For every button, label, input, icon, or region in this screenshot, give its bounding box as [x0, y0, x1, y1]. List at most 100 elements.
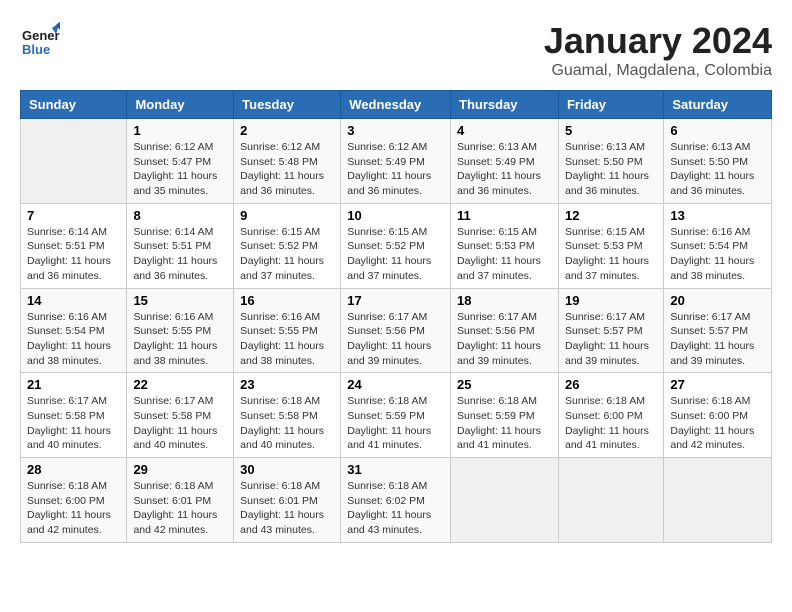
day-number: 6 [670, 123, 765, 138]
day-info: Sunrise: 6:18 AM Sunset: 6:00 PM Dayligh… [565, 394, 657, 453]
calendar-cell: 22 Sunrise: 6:17 AM Sunset: 5:58 PM Dayli… [127, 373, 234, 458]
week-row-4: 21 Sunrise: 6:17 AM Sunset: 5:58 PM Dayli… [21, 373, 772, 458]
calendar-cell: 19 Sunrise: 6:17 AM Sunset: 5:57 PM Dayli… [558, 288, 663, 373]
header-day-thursday: Thursday [451, 91, 559, 119]
calendar-cell [451, 458, 559, 543]
day-number: 21 [27, 377, 120, 392]
calendar-cell [558, 458, 663, 543]
calendar-cell: 20Sunrise: 6:17 AM Sunset: 5:57 PM Dayli… [664, 288, 772, 373]
day-number: 3 [347, 123, 444, 138]
day-info: Sunrise: 6:17 AM Sunset: 5:56 PM Dayligh… [347, 310, 444, 369]
header-row: SundayMondayTuesdayWednesdayThursdayFrid… [21, 91, 772, 119]
day-info: Sunrise: 6:18 AM Sunset: 6:01 PM Dayligh… [133, 479, 227, 538]
calendar-cell: 30Sunrise: 6:18 AM Sunset: 6:01 PM Dayli… [234, 458, 341, 543]
day-number: 4 [457, 123, 552, 138]
day-info: Sunrise: 6:17 AM Sunset: 5:57 PM Dayligh… [565, 310, 657, 369]
week-row-3: 14 Sunrise: 6:16 AM Sunset: 5:54 PM Dayli… [21, 288, 772, 373]
day-info: Sunrise: 6:18 AM Sunset: 6:02 PM Dayligh… [347, 479, 444, 538]
calendar-cell: 10Sunrise: 6:15 AM Sunset: 5:52 PM Dayli… [341, 203, 451, 288]
day-info: Sunrise: 6:13 AM Sunset: 5:50 PM Dayligh… [565, 140, 657, 199]
day-number: 22 [133, 377, 227, 392]
week-row-5: 28Sunrise: 6:18 AM Sunset: 6:00 PM Dayli… [21, 458, 772, 543]
day-info: Sunrise: 6:18 AM Sunset: 5:59 PM Dayligh… [347, 394, 444, 453]
day-info: Sunrise: 6:12 AM Sunset: 5:49 PM Dayligh… [347, 140, 444, 199]
day-info: Sunrise: 6:12 AM Sunset: 5:47 PM Dayligh… [133, 140, 227, 199]
title-block: January 2024 Guamal, Magdalena, Colombia [544, 20, 772, 80]
header-day-monday: Monday [127, 91, 234, 119]
day-info: Sunrise: 6:18 AM Sunset: 6:00 PM Dayligh… [27, 479, 120, 538]
day-number: 27 [670, 377, 765, 392]
calendar-cell: 3 Sunrise: 6:12 AM Sunset: 5:49 PM Daylig… [341, 119, 451, 204]
day-info: Sunrise: 6:17 AM Sunset: 5:56 PM Dayligh… [457, 310, 552, 369]
header-day-sunday: Sunday [21, 91, 127, 119]
day-number: 19 [565, 293, 657, 308]
day-number: 26 [565, 377, 657, 392]
day-number: 31 [347, 462, 444, 477]
day-info: Sunrise: 6:14 AM Sunset: 5:51 PM Dayligh… [27, 225, 120, 284]
calendar-table: SundayMondayTuesdayWednesdayThursdayFrid… [20, 90, 772, 543]
week-row-1: 1 Sunrise: 6:12 AM Sunset: 5:47 PM Daylig… [21, 119, 772, 204]
week-row-2: 7 Sunrise: 6:14 AM Sunset: 5:51 PM Daylig… [21, 203, 772, 288]
calendar-cell: 18 Sunrise: 6:17 AM Sunset: 5:56 PM Dayli… [451, 288, 559, 373]
calendar-cell: 25Sunrise: 6:18 AM Sunset: 5:59 PM Dayli… [451, 373, 559, 458]
day-number: 2 [240, 123, 334, 138]
page-title: January 2024 [544, 20, 772, 62]
day-info: Sunrise: 6:18 AM Sunset: 5:58 PM Dayligh… [240, 394, 334, 453]
day-info: Sunrise: 6:15 AM Sunset: 5:53 PM Dayligh… [457, 225, 552, 284]
calendar-cell: 17 Sunrise: 6:17 AM Sunset: 5:56 PM Dayli… [341, 288, 451, 373]
calendar-cell: 28Sunrise: 6:18 AM Sunset: 6:00 PM Dayli… [21, 458, 127, 543]
calendar-cell: 21 Sunrise: 6:17 AM Sunset: 5:58 PM Dayli… [21, 373, 127, 458]
calendar-cell: 24 Sunrise: 6:18 AM Sunset: 5:59 PM Dayli… [341, 373, 451, 458]
day-number: 20 [670, 293, 765, 308]
day-info: Sunrise: 6:16 AM Sunset: 5:54 PM Dayligh… [27, 310, 120, 369]
day-info: Sunrise: 6:17 AM Sunset: 5:58 PM Dayligh… [133, 394, 227, 453]
day-info: Sunrise: 6:13 AM Sunset: 5:49 PM Dayligh… [457, 140, 552, 199]
day-number: 12 [565, 208, 657, 223]
day-number: 1 [133, 123, 227, 138]
page-header: General Blue January 2024 Guamal, Magdal… [20, 20, 772, 80]
svg-text:Blue: Blue [22, 42, 50, 57]
day-info: Sunrise: 6:15 AM Sunset: 5:53 PM Dayligh… [565, 225, 657, 284]
calendar-cell: 26 Sunrise: 6:18 AM Sunset: 6:00 PM Dayli… [558, 373, 663, 458]
day-info: Sunrise: 6:15 AM Sunset: 5:52 PM Dayligh… [347, 225, 444, 284]
header-day-friday: Friday [558, 91, 663, 119]
calendar-cell: 11 Sunrise: 6:15 AM Sunset: 5:53 PM Dayli… [451, 203, 559, 288]
calendar-cell: 1 Sunrise: 6:12 AM Sunset: 5:47 PM Daylig… [127, 119, 234, 204]
day-number: 25 [457, 377, 552, 392]
calendar-cell: 8Sunrise: 6:14 AM Sunset: 5:51 PM Daylig… [127, 203, 234, 288]
day-number: 23 [240, 377, 334, 392]
calendar-cell: 16Sunrise: 6:16 AM Sunset: 5:55 PM Dayli… [234, 288, 341, 373]
day-info: Sunrise: 6:16 AM Sunset: 5:55 PM Dayligh… [133, 310, 227, 369]
day-info: Sunrise: 6:17 AM Sunset: 5:58 PM Dayligh… [27, 394, 120, 453]
calendar-cell: 12 Sunrise: 6:15 AM Sunset: 5:53 PM Dayli… [558, 203, 663, 288]
day-number: 11 [457, 208, 552, 223]
day-number: 13 [670, 208, 765, 223]
day-info: Sunrise: 6:12 AM Sunset: 5:48 PM Dayligh… [240, 140, 334, 199]
day-number: 17 [347, 293, 444, 308]
calendar-header: SundayMondayTuesdayWednesdayThursdayFrid… [21, 91, 772, 119]
day-number: 29 [133, 462, 227, 477]
calendar-cell: 31 Sunrise: 6:18 AM Sunset: 6:02 PM Dayli… [341, 458, 451, 543]
day-number: 18 [457, 293, 552, 308]
calendar-cell: 29 Sunrise: 6:18 AM Sunset: 6:01 PM Dayli… [127, 458, 234, 543]
calendar-cell: 23 Sunrise: 6:18 AM Sunset: 5:58 PM Dayli… [234, 373, 341, 458]
header-day-wednesday: Wednesday [341, 91, 451, 119]
day-number: 9 [240, 208, 334, 223]
day-number: 5 [565, 123, 657, 138]
day-number: 30 [240, 462, 334, 477]
calendar-body: 1 Sunrise: 6:12 AM Sunset: 5:47 PM Daylig… [21, 119, 772, 543]
day-info: Sunrise: 6:13 AM Sunset: 5:50 PM Dayligh… [670, 140, 765, 199]
day-number: 15 [133, 293, 227, 308]
calendar-cell: 5 Sunrise: 6:13 AM Sunset: 5:50 PM Daylig… [558, 119, 663, 204]
day-info: Sunrise: 6:16 AM Sunset: 5:55 PM Dayligh… [240, 310, 334, 369]
day-number: 8 [133, 208, 227, 223]
day-number: 7 [27, 208, 120, 223]
calendar-cell: 14 Sunrise: 6:16 AM Sunset: 5:54 PM Dayli… [21, 288, 127, 373]
calendar-cell: 27Sunrise: 6:18 AM Sunset: 6:00 PM Dayli… [664, 373, 772, 458]
header-day-tuesday: Tuesday [234, 91, 341, 119]
day-number: 14 [27, 293, 120, 308]
day-number: 24 [347, 377, 444, 392]
logo: General Blue [20, 20, 60, 60]
day-info: Sunrise: 6:15 AM Sunset: 5:52 PM Dayligh… [240, 225, 334, 284]
calendar-cell: 2 Sunrise: 6:12 AM Sunset: 5:48 PM Daylig… [234, 119, 341, 204]
